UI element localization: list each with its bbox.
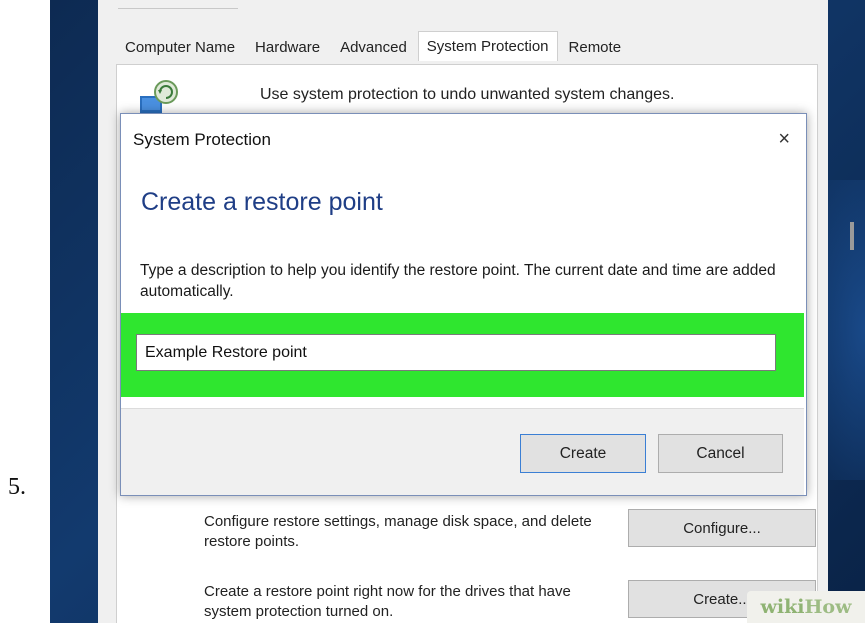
configure-button[interactable]: Configure... [628, 509, 816, 547]
tab-hardware[interactable]: Hardware [246, 32, 330, 60]
window-top-edge [118, 0, 238, 9]
dialog-footer: Create Cancel [121, 408, 804, 495]
tab-remote[interactable]: Remote [559, 32, 631, 60]
dialog-title: System Protection [133, 130, 271, 149]
tab-system-protection[interactable]: System Protection [417, 31, 558, 61]
create-restore-point-dialog: System Protection × Create a restore poi… [120, 113, 807, 496]
restore-point-description-input[interactable] [136, 334, 776, 371]
tab-advanced[interactable]: Advanced [331, 32, 416, 60]
create-description: Create a restore point right now for the… [204, 583, 571, 620]
intro-text: Use system protection to undo unwanted s… [260, 86, 675, 103]
close-icon[interactable]: × [778, 128, 790, 151]
step-number: 5. [8, 474, 26, 500]
system-restore-icon [140, 80, 178, 114]
wikihow-watermark: wiki How [747, 591, 865, 623]
tab-strip: Computer Name Hardware Advanced System P… [116, 31, 632, 61]
input-highlight [121, 313, 804, 397]
configure-description: Configure restore settings, manage disk … [204, 513, 592, 550]
cancel-button[interactable]: Cancel [658, 434, 783, 473]
panel-control-edge [850, 222, 854, 250]
dialog-heading: Create a restore point [141, 188, 383, 216]
create-button[interactable]: Create [520, 434, 646, 473]
tab-computer-name[interactable]: Computer Name [116, 32, 245, 60]
dialog-description: Type a description to help you identify … [140, 262, 776, 300]
